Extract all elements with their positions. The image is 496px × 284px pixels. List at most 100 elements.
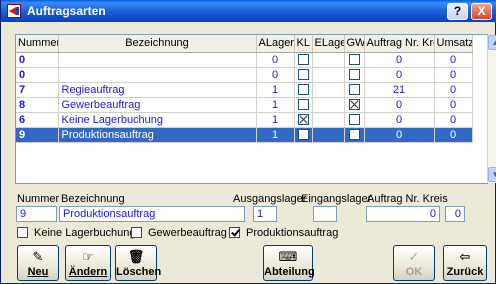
column-header-gw[interactable]: GW [344,35,365,53]
cell-gw-checkbox[interactable] [348,69,360,81]
cell-kl[interactable] [294,82,313,98]
abteilung-button[interactable]: ⌨ Abteilung [263,245,315,281]
scroll-down-icon[interactable]: ▼ [488,167,496,182]
column-header-bezeichnung[interactable]: Bezeichnung [58,35,257,53]
keine-lagerbuchung-checkbox-box[interactable] [17,227,28,238]
nummer-label: Nummer [17,193,60,205]
cell-umsatz: 0 [434,127,473,143]
cell-nummer: 6 [16,112,59,128]
column-header-kl[interactable]: KL [294,35,313,53]
cell-alager: 0 [256,67,295,83]
table-row[interactable]: 0000 [16,52,473,68]
table-row[interactable]: 6 Keine Lagerbuchung 1 0 0 [16,112,473,128]
close-button[interactable]: X [471,3,492,20]
cell-umsatz: 0 [434,97,473,113]
loeschen-button[interactable]: 🗑 Löschen [115,245,161,281]
cell-elager [312,67,345,83]
cell-elager [312,52,345,68]
cell-nummer: 0 [16,52,59,68]
cell-kl-checkbox[interactable] [297,99,309,111]
column-header-nummer[interactable]: Nummer [16,35,59,53]
cell-gw-checkbox[interactable] [348,54,360,66]
table-row[interactable]: 8 Gewerbeauftrag 1 0 0 [16,97,473,113]
eingangslager-field[interactable] [313,206,337,222]
column-header-auftrag-nr-kreis[interactable]: Auftrag Nr. Kreis [364,35,435,53]
auftrag-nr-kreis-label: Auftrag Nr. Kreis [367,193,448,205]
cell-alager: 1 [256,112,295,128]
cell-alager: 1 [256,97,295,113]
cell-auftrag-nr-kreis: 21 [364,82,435,98]
help-button[interactable]: ? [447,3,468,20]
checkmark-icon: ✓ [408,249,420,264]
table-header-row: Nummer Bezeichnung ALager KL ELager GW A… [16,35,473,53]
table-row[interactable]: 0000 [16,67,473,83]
abteilung-button-label: Abteilung [264,266,315,278]
cell-kl-checkbox[interactable] [297,129,309,141]
ok-button-label: OK [405,266,423,278]
neu-button[interactable]: ✎ Neu [17,245,59,281]
cell-gw[interactable] [344,97,365,113]
eingangslager-label: Eingangslager [301,193,372,205]
aendern-button[interactable]: ☞ Ändern [65,245,111,281]
cell-auftrag-nr-kreis: 0 [364,127,435,143]
column-header-umsatz[interactable]: Umsatz-K [434,35,473,53]
cell-nummer: 0 [16,67,59,83]
vertical-scrollbar[interactable]: ▲ ▼ [487,35,496,183]
cell-gw[interactable] [344,67,365,83]
cell-auftrag-nr-kreis: 0 [364,112,435,128]
cell-gw-checkbox[interactable] [348,84,360,96]
cell-kl[interactable] [294,67,313,83]
produktionsauftrag-checkbox-box[interactable] [229,227,240,238]
produktionsauftrag-label: Produktionsauftrag [246,227,339,239]
cell-auftrag-nr-kreis: 0 [364,52,435,68]
cell-gw-checkbox[interactable] [348,114,360,126]
auftrag-nr-kreis-field[interactable]: 0 [366,206,440,222]
umsatz-field[interactable]: 0 [445,206,465,222]
cell-kl-checkbox[interactable] [297,84,309,96]
cell-gw[interactable] [344,82,365,98]
aendern-button-label: Ändern [68,266,108,278]
cell-gw[interactable] [344,112,365,128]
keine-lagerbuchung-checkbox[interactable]: Keine Lagerbuchung [17,227,136,239]
cell-bezeichnung: Keine Lagerbuchung [58,112,257,128]
cell-elager [312,97,345,113]
trash-icon: 🗑 [127,249,145,264]
ausgangslager-label: Ausgangslager [233,193,307,205]
cell-kl-checkbox[interactable] [297,114,309,126]
table-row[interactable]: 9 Produktionsauftrag 1 0 0 [16,127,473,143]
column-header-elager[interactable]: ELager [312,35,345,53]
cell-umsatz: 0 [434,112,473,128]
cell-kl[interactable] [294,127,313,143]
cell-kl[interactable] [294,52,313,68]
cell-gw-checkbox[interactable] [348,129,360,141]
cell-elager [312,127,345,143]
cell-kl-checkbox[interactable] [297,69,309,81]
keyboard-icon: ⌨ [278,249,298,264]
bezeichnung-field[interactable]: Produktionsauftrag [59,206,245,222]
gewerbeauftrag-checkbox[interactable]: Gewerbeauftrag [131,227,227,239]
cell-bezeichnung [58,52,257,68]
title-bar[interactable]: Auftragsarten ? X [1,0,496,22]
cell-kl[interactable] [294,112,313,128]
cell-bezeichnung: Regieauftrag [58,82,257,98]
cell-bezeichnung: Produktionsauftrag [58,127,257,143]
cell-gw[interactable] [344,127,365,143]
cell-auftrag-nr-kreis: 0 [364,67,435,83]
auftragsarten-table[interactable]: Nummer Bezeichnung ALager KL ELager GW A… [15,34,496,184]
cell-elager [312,112,345,128]
cell-kl[interactable] [294,97,313,113]
nummer-field[interactable]: 9 [16,206,57,222]
ok-button[interactable]: ✓ OK [393,245,435,281]
zurueck-button[interactable]: ⇦ Zurück [443,245,487,281]
ausgangslager-field[interactable]: 1 [253,206,277,222]
scroll-up-icon[interactable]: ▲ [488,35,496,50]
cell-gw-checkbox[interactable] [348,99,360,111]
table-row[interactable]: 7 Regieauftrag 1 21 0 [16,82,473,98]
gewerbeauftrag-checkbox-box[interactable] [131,227,142,238]
column-header-alager[interactable]: ALager [256,35,295,53]
neu-button-label: Neu [27,266,49,278]
cell-kl-checkbox[interactable] [297,54,309,66]
cell-gw[interactable] [344,52,365,68]
cell-alager: 1 [256,82,295,98]
produktionsauftrag-checkbox[interactable]: Produktionsauftrag [229,227,338,239]
